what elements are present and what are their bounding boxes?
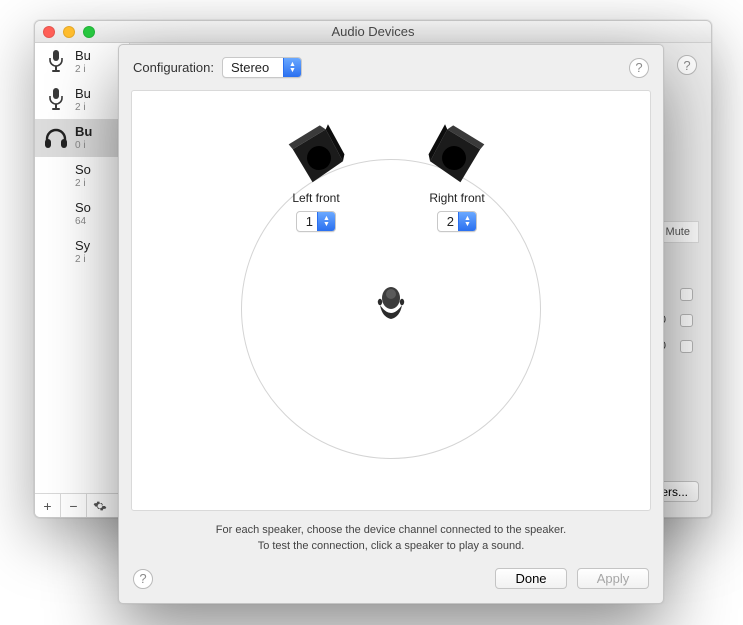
- action-menu-button[interactable]: [87, 494, 113, 517]
- listener-icon: [374, 285, 408, 325]
- mute-checkbox[interactable]: [680, 314, 693, 327]
- speaker-label: Right front: [429, 191, 484, 205]
- sidebar-item-title: Bu: [75, 49, 91, 63]
- left-front-speaker[interactable]: Left front 1 ▲▼: [287, 127, 345, 232]
- blank-icon: [43, 239, 69, 265]
- blank-icon: [43, 201, 69, 227]
- microphone-icon: [43, 49, 69, 75]
- sidebar-item-device[interactable]: So 2 i: [35, 157, 129, 195]
- stepper-arrows-icon: ▲▼: [283, 58, 301, 77]
- left-channel-select[interactable]: 1 ▲▼: [296, 211, 336, 232]
- window-title: Audio Devices: [331, 24, 414, 39]
- zoom-icon[interactable]: [83, 26, 95, 38]
- close-icon[interactable]: [43, 26, 55, 38]
- sidebar-footer: + −: [35, 493, 129, 517]
- sidebar-item-device[interactable]: Bu 0 i: [35, 119, 129, 157]
- help-text: For each speaker, choose the device chan…: [119, 517, 663, 564]
- stepper-arrows-icon: ▲▼: [317, 212, 335, 231]
- sidebar-item-title: Sy: [75, 239, 90, 253]
- remove-device-button[interactable]: −: [61, 494, 87, 517]
- configuration-label: Configuration:: [133, 60, 214, 75]
- help-button[interactable]: ?: [677, 55, 697, 75]
- sidebar-item-title: Bu: [75, 125, 92, 139]
- sidebar-item-sub: 2 i: [75, 254, 90, 265]
- minimize-icon[interactable]: [63, 26, 75, 38]
- help-button[interactable]: ?: [133, 569, 153, 589]
- add-device-button[interactable]: +: [35, 494, 61, 517]
- speaker-icon: [419, 118, 495, 194]
- window-titlebar[interactable]: Audio Devices: [35, 21, 711, 43]
- right-channel-select[interactable]: 2 ▲▼: [437, 211, 477, 232]
- sidebar-item-device[interactable]: So 64: [35, 195, 129, 233]
- help-text-line: For each speaker, choose the device chan…: [119, 523, 663, 538]
- sidebar-item-device[interactable]: Bu 2 i: [35, 43, 129, 81]
- plus-icon: +: [43, 498, 51, 514]
- gear-icon: [93, 499, 107, 513]
- channel-value: 2: [438, 214, 458, 229]
- apply-button[interactable]: Apply: [577, 568, 649, 589]
- configuration-value: Stereo: [223, 60, 283, 75]
- mute-checkbox[interactable]: [680, 288, 693, 301]
- speaker-layout-canvas: Left front 1 ▲▼ Right front 2 ▲▼: [131, 90, 651, 511]
- done-button[interactable]: Done: [495, 568, 567, 589]
- channel-value: 1: [297, 214, 317, 229]
- minus-icon: −: [69, 498, 77, 514]
- help-button[interactable]: ?: [629, 58, 649, 78]
- device-sidebar: Bu 2 i Bu 2 i: [35, 43, 130, 517]
- stepper-arrows-icon: ▲▼: [458, 212, 476, 231]
- sidebar-item-sub: 2 i: [75, 178, 91, 189]
- sidebar-item-device[interactable]: Sy 2 i: [35, 233, 129, 271]
- sidebar-item-sub: 2 i: [75, 64, 91, 75]
- mute-checkbox[interactable]: [680, 340, 693, 353]
- sidebar-item-title: Bu: [75, 87, 91, 101]
- blank-icon: [43, 163, 69, 189]
- sidebar-item-title: So: [75, 163, 91, 177]
- right-front-speaker[interactable]: Right front 2 ▲▼: [428, 127, 486, 232]
- speaker-configuration-sheet: Configuration: Stereo ▲▼ ? Left front 1 …: [118, 44, 664, 604]
- speaker-icon: [278, 118, 354, 194]
- sidebar-item-sub: 2 i: [75, 102, 91, 113]
- sidebar-item-device[interactable]: Bu 2 i: [35, 81, 129, 119]
- sidebar-item-sub: 64: [75, 216, 91, 227]
- microphone-icon: [43, 87, 69, 113]
- headphones-icon: [43, 125, 69, 151]
- help-text-line: To test the connection, click a speaker …: [119, 539, 663, 554]
- sidebar-item-sub: 0 i: [75, 140, 92, 151]
- configuration-popup[interactable]: Stereo ▲▼: [222, 57, 302, 78]
- sidebar-item-title: So: [75, 201, 91, 215]
- traffic-lights: [43, 26, 95, 38]
